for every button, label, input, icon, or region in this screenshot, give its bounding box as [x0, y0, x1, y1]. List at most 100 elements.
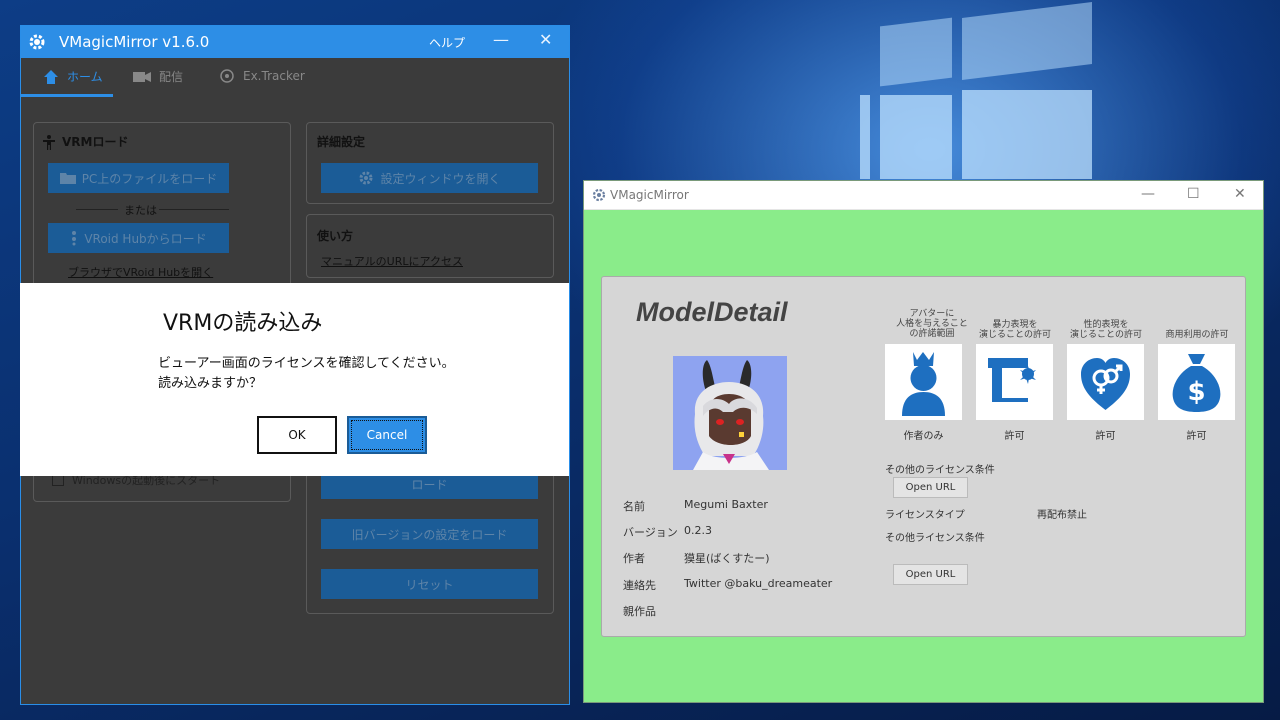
permission-label-line: 性的表現を	[1083, 320, 1129, 330]
tab-bar: ホーム 配信 Ex.Tracker	[21, 58, 569, 98]
tab-streaming[interactable]: 配信	[133, 68, 183, 85]
permission-card-violence	[976, 344, 1053, 420]
open-url-button-2[interactable]: Open URL	[893, 564, 968, 585]
permission-label-line: の許諾範囲	[909, 329, 955, 339]
tab-ex-tracker-label: Ex.Tracker	[243, 69, 305, 83]
pc-file-load-label: PC上のファイルをロード	[81, 171, 218, 186]
permission-label-line: 演じることの許可	[979, 330, 1051, 340]
main-window-title: VMagicMirror v1.6.0	[59, 33, 210, 51]
load-old-settings-button[interactable]: 旧バージョンの設定をロード	[321, 519, 538, 549]
maximize-button[interactable]: ☐	[1187, 186, 1200, 202]
windows-logo-pane	[860, 95, 870, 179]
author-value: 獏星(ばくすたー)	[684, 552, 770, 565]
active-tab-indicator	[21, 94, 113, 97]
vrm-load-dialog: VRMの読み込み ビューアー画面のライセンスを確認してください。 読み込みますか…	[20, 283, 569, 476]
license-type-value: 再配布禁止	[1037, 510, 1087, 521]
help-menu[interactable]: ヘルプ	[429, 34, 465, 51]
main-title-bar[interactable]: VMagicMirror v1.6.0 ヘルプ — ✕	[21, 26, 569, 58]
permission-card-sexual	[1067, 344, 1144, 420]
author-label: 作者	[623, 552, 645, 565]
permission-status-commercial: 許可	[1186, 431, 1207, 442]
parent-work-label: 親作品	[623, 605, 656, 618]
gender-heart-icon	[1081, 358, 1130, 410]
close-button[interactable]: ✕	[1234, 186, 1246, 202]
tab-home-label: ホーム	[67, 70, 103, 84]
advanced-settings-title: 詳細設定	[317, 135, 366, 149]
advanced-settings-group: 詳細設定 設定ウィンドウを開く	[306, 122, 554, 204]
windows-logo-pane	[962, 2, 1092, 80]
open-settings-window-label: 設定ウィンドウを開く	[380, 171, 501, 186]
minimize-button[interactable]: —	[1141, 186, 1155, 202]
contact-label: 連絡先	[623, 579, 656, 592]
other-license-conditions-label: その他のライセンス条件	[885, 465, 995, 476]
permission-label-line: アバターに	[909, 309, 955, 319]
model-detail-heading: ModelDetail	[636, 297, 788, 327]
usage-title: 使い方	[317, 229, 354, 243]
separator-line	[76, 209, 118, 210]
person-icon	[43, 134, 55, 150]
license-type-label: ライセンスタイプ	[885, 510, 965, 521]
cancel-button[interactable]: Cancel	[347, 416, 427, 454]
permission-label-line: 商用利用の許可	[1165, 330, 1229, 340]
open-settings-window-button[interactable]: 設定ウィンドウを開く	[321, 163, 538, 193]
tracker-icon	[220, 69, 234, 83]
manual-url-link[interactable]: マニュアルのURLにアクセス	[321, 253, 463, 269]
ok-button[interactable]: OK	[257, 416, 337, 454]
vroid-icon	[72, 231, 77, 246]
permission-label-line: 暴力表現を	[992, 320, 1038, 330]
avatar-image	[673, 356, 787, 470]
dialog-message: ビューアー画面のライセンスを確認してください。 読み込みますか？	[158, 354, 455, 394]
svg-text:$: $	[1187, 377, 1205, 407]
open-url-button-1[interactable]: Open URL	[893, 477, 968, 498]
vrm-load-title: VRMロード	[42, 133, 128, 150]
person-crown-icon	[902, 352, 945, 416]
permission-status-personality: 作者のみ	[903, 431, 944, 442]
version-label: バージョン	[623, 526, 678, 539]
version-value: 0.2.3	[684, 524, 712, 537]
or-text: または	[124, 204, 157, 217]
vrm-load-title-text: VRMロード	[62, 135, 129, 149]
tab-ex-tracker[interactable]: Ex.Tracker	[219, 68, 305, 84]
separator-line	[159, 209, 229, 210]
dialog-title: VRMの読み込み	[163, 311, 323, 336]
windows-logo-pane	[880, 17, 952, 87]
permission-label-personality: アバターに 人格を与えること の許諾範囲	[882, 309, 982, 339]
pc-file-load-button[interactable]: PC上のファイルをロード	[48, 163, 229, 193]
vroid-hub-load-button[interactable]: VRoid Hubからロード	[48, 223, 229, 253]
dialog-message-line-2: 読み込みますか？	[158, 376, 263, 391]
model-detail-window: VMagicMirror — ☐ ✕ ModelDetail 名前 Megumi…	[583, 180, 1264, 703]
windows-logo-pane	[880, 95, 952, 179]
usage-group: 使い方 マニュアルのURLにアクセス	[306, 214, 554, 278]
tab-streaming-label: 配信	[159, 70, 184, 84]
other-license-conditions-label-2: その他ライセンス条件	[885, 533, 985, 544]
reset-settings-button[interactable]: リセット	[321, 569, 538, 599]
avatar-thumbnail	[673, 356, 787, 470]
model-detail-panel: ModelDetail 名前 Megumi Baxter バージョン 0.2.3…	[601, 276, 1246, 637]
permission-label-violence: 暴力表現を 演じることの許可	[975, 320, 1055, 340]
name-value: Megumi Baxter	[684, 498, 768, 511]
load-settings-label: ロード	[411, 477, 448, 492]
permission-status-sexual: 許可	[1095, 431, 1116, 442]
minimize-button[interactable]: —	[493, 30, 509, 49]
name-label: 名前	[623, 500, 645, 513]
detail-window-title: VMagicMirror	[610, 188, 689, 202]
gun-icon	[988, 358, 1036, 402]
tab-home[interactable]: ホーム	[43, 68, 103, 85]
permission-label-line: 人格を与えること	[896, 319, 968, 329]
permission-label-line: 演じることの許可	[1070, 330, 1142, 340]
detail-title-bar[interactable]: VMagicMirror — ☐ ✕	[584, 181, 1263, 210]
vroid-hub-load-label: VRoid Hubからロード	[84, 231, 207, 246]
permission-status-violence: 許可	[1004, 431, 1025, 442]
permission-card-commercial: $	[1158, 344, 1235, 420]
settings-file-group: ロード 旧バージョンの設定をロード リセット	[306, 456, 554, 614]
money-bag-icon: $	[1172, 354, 1221, 412]
video-camera-icon	[133, 71, 151, 82]
open-vroid-hub-browser-link[interactable]: ブラウザでVRoid Hubを開く	[68, 264, 213, 280]
app-gear-icon	[592, 188, 606, 202]
close-button[interactable]: ✕	[539, 30, 552, 49]
permission-card-personality	[885, 344, 962, 420]
reset-settings-label: リセット	[405, 577, 454, 592]
permission-label-commercial: 商用利用の許可	[1155, 330, 1239, 340]
app-gear-icon	[29, 34, 45, 50]
windows-logo-pane	[962, 90, 1092, 179]
